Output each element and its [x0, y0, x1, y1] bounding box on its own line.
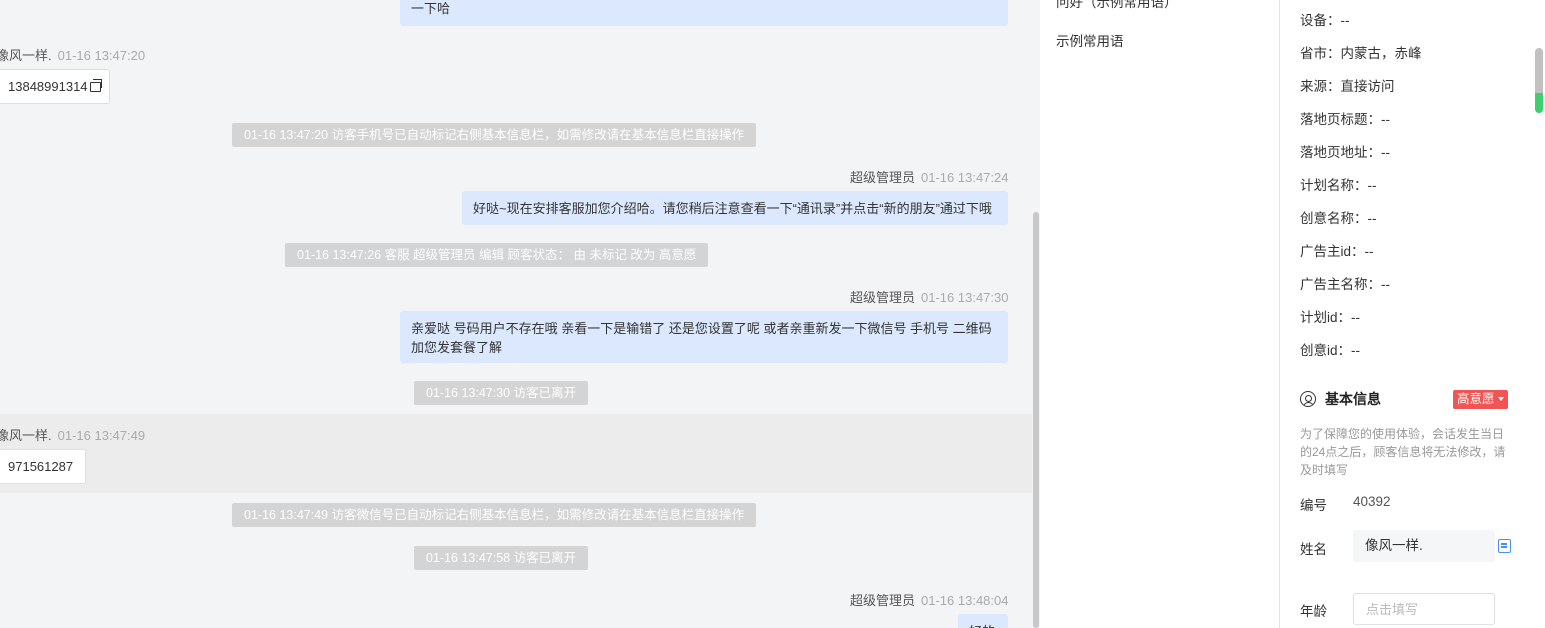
message-text: 一下哈 [411, 1, 451, 16]
agent-message-bubble: 亲爱哒 号码用户不存在哦 亲看一下是输错了 还是您设置了呢 或者亲重新发一下微信… [400, 311, 1008, 363]
user-circle-icon [1300, 391, 1316, 407]
message-text: 971561287 [8, 458, 74, 474]
info-label: 落地页地址： [1300, 145, 1381, 160]
basic-info-header: 基本信息 [1300, 389, 1381, 409]
info-value: -- [1340, 13, 1350, 28]
chat-scrollbar-thumb[interactable] [1033, 212, 1039, 628]
message-time: 01-16 13:47:24 [921, 170, 1009, 185]
id-value: 40392 [1353, 494, 1391, 509]
message-text-line: 亲爱哒 号码用户不存在哦 亲看一下是输错了 还是您设置了呢 或者亲重新发一下微信… [411, 321, 992, 336]
info-scrollbar-thumb[interactable] [1535, 48, 1543, 113]
agent-message-bubble: 一下哈 [400, 0, 1008, 26]
copy-icon[interactable] [1498, 539, 1511, 553]
info-label: 广告主id： [1300, 244, 1365, 259]
agent-message-meta: 超级管理员 01-16 13:47:30 [850, 287, 1008, 306]
system-notice: 01-16 13:47:58 访客已离开 [414, 546, 589, 570]
info-row-creative-name: 创意名称：-- [1300, 207, 1377, 227]
message-time: 01-16 13:48:04 [921, 593, 1009, 608]
info-row-plan-name: 计划名称：-- [1300, 174, 1377, 194]
info-row-region: 省市：内蒙古，赤峰 [1300, 42, 1422, 62]
info-label: 创意id： [1300, 343, 1352, 358]
info-row-landing-url: 落地页地址：-- [1300, 141, 1390, 161]
info-value: -- [1351, 310, 1361, 325]
agent-name: 超级管理员 [850, 290, 916, 305]
agent-name: 超级管理员 [850, 593, 916, 608]
info-value: 直接访问 [1340, 79, 1395, 94]
message-time: 01-16 13:47:49 [57, 428, 146, 443]
info-value: -- [1381, 112, 1390, 127]
info-row-creative-id: 创意id：-- [1300, 339, 1360, 359]
info-value: -- [1381, 277, 1390, 292]
edit-deadline-notice: 为了保障您的使用体验，会话发生当日的24点之后，顾客信息将无法修改，请及时填写 [1300, 427, 1506, 477]
message-text-line: 加您发套餐了解 [411, 340, 503, 355]
info-row-source: 来源：直接访问 [1300, 75, 1395, 95]
system-notice: 01-16 13:47:49 访客微信号已自动标记右侧基本信息栏，如需修改请在基… [232, 503, 757, 527]
section-title: 基本信息 [1325, 391, 1381, 407]
system-notice: 01-16 13:47:26 客服 超级管理员 编辑 顾客状态： 由 未标记 改… [285, 243, 709, 267]
name-label: 姓名 [1300, 542, 1327, 557]
info-row-advertiser-id: 广告主id：-- [1300, 240, 1374, 260]
info-label: 计划id： [1300, 310, 1352, 325]
info-label: 设备： [1300, 13, 1341, 28]
visitor-name: 像风一样. [0, 428, 52, 443]
chat-panel: 一下哈 像风一样. 01-16 13:47:20 13848991314 01-1… [0, 0, 1040, 628]
age-input[interactable] [1353, 593, 1495, 625]
info-value: -- [1367, 211, 1377, 226]
status-badge-label: 高意愿 [1457, 392, 1495, 406]
visitor-message-bubble[interactable]: 13848991314 [0, 69, 110, 104]
message-time: 01-16 13:47:30 [921, 290, 1009, 305]
agent-message-bubble: 好哒~现在安排客服加您介绍哈。请您稍后注意查看一下“通讯录”并点击“新的朋友”通… [462, 191, 1008, 225]
info-value: -- [1364, 244, 1374, 259]
hover-highlight-row [0, 414, 1032, 493]
visitor-message-meta: 像风一样. 01-16 13:47:20 [0, 45, 145, 64]
phrase-item[interactable]: 问好（示例常用语） [1056, 0, 1178, 11]
agent-message-meta: 超级管理员 01-16 13:48:04 [850, 590, 1008, 609]
phrase-item[interactable]: 示例常用语 [1056, 30, 1124, 50]
name-field[interactable]: 像风一样. [1353, 530, 1495, 562]
system-notice: 01-16 13:47:30 访客已离开 [414, 381, 589, 405]
info-label: 落地页标题： [1300, 112, 1381, 127]
message-text: 好哒~现在安排客服加您介绍哈。请您稍后注意查看一下“通讯录”并点击“新的朋友”通… [473, 201, 992, 216]
customer-status-dropdown[interactable]: 高意愿 [1453, 390, 1508, 409]
info-label: 广告主名称： [1300, 277, 1381, 292]
info-label: 来源： [1300, 79, 1341, 94]
message-text: 13848991314 [8, 78, 88, 94]
copy-icon[interactable] [89, 78, 102, 92]
info-row-device: 设备：-- [1300, 9, 1350, 29]
info-label: 计划名称： [1300, 178, 1368, 193]
message-time: 01-16 13:47:20 [57, 48, 146, 63]
info-value: -- [1351, 343, 1361, 358]
info-row-plan-id: 计划id：-- [1300, 306, 1360, 326]
info-label: 省市： [1300, 46, 1341, 61]
info-value: 内蒙古，赤峰 [1340, 46, 1422, 61]
agent-message-meta: 超级管理员 01-16 13:47:24 [850, 167, 1008, 186]
age-label: 年龄 [1300, 604, 1327, 619]
customer-info-panel: 设备：-- 省市：内蒙古，赤峰 来源：直接访问 落地页标题：-- 落地页地址：-… [1280, 0, 1545, 628]
id-label: 编号 [1300, 498, 1327, 513]
info-row-advertiser-name: 广告主名称：-- [1300, 273, 1390, 293]
info-row-landing-title: 落地页标题：-- [1300, 108, 1390, 128]
visitor-name: 像风一样. [0, 48, 52, 63]
visitor-message-meta: 像风一样. 01-16 13:47:49 [0, 425, 145, 444]
info-value: -- [1367, 178, 1377, 193]
agent-name: 超级管理员 [850, 170, 916, 185]
info-label: 创意名称： [1300, 211, 1368, 226]
common-phrases-panel: 问好（示例常用语） 示例常用语 [1040, 0, 1280, 628]
info-value: -- [1381, 145, 1390, 160]
visitor-message-bubble[interactable]: 971561287 [0, 449, 87, 484]
message-text: 好的 [969, 624, 995, 628]
system-notice: 01-16 13:47:20 访客手机号已自动标记右侧基本信息栏，如需修改请在基… [232, 123, 757, 147]
agent-message-bubble: 好的 [958, 614, 1008, 628]
caret-down-icon [1497, 397, 1504, 402]
